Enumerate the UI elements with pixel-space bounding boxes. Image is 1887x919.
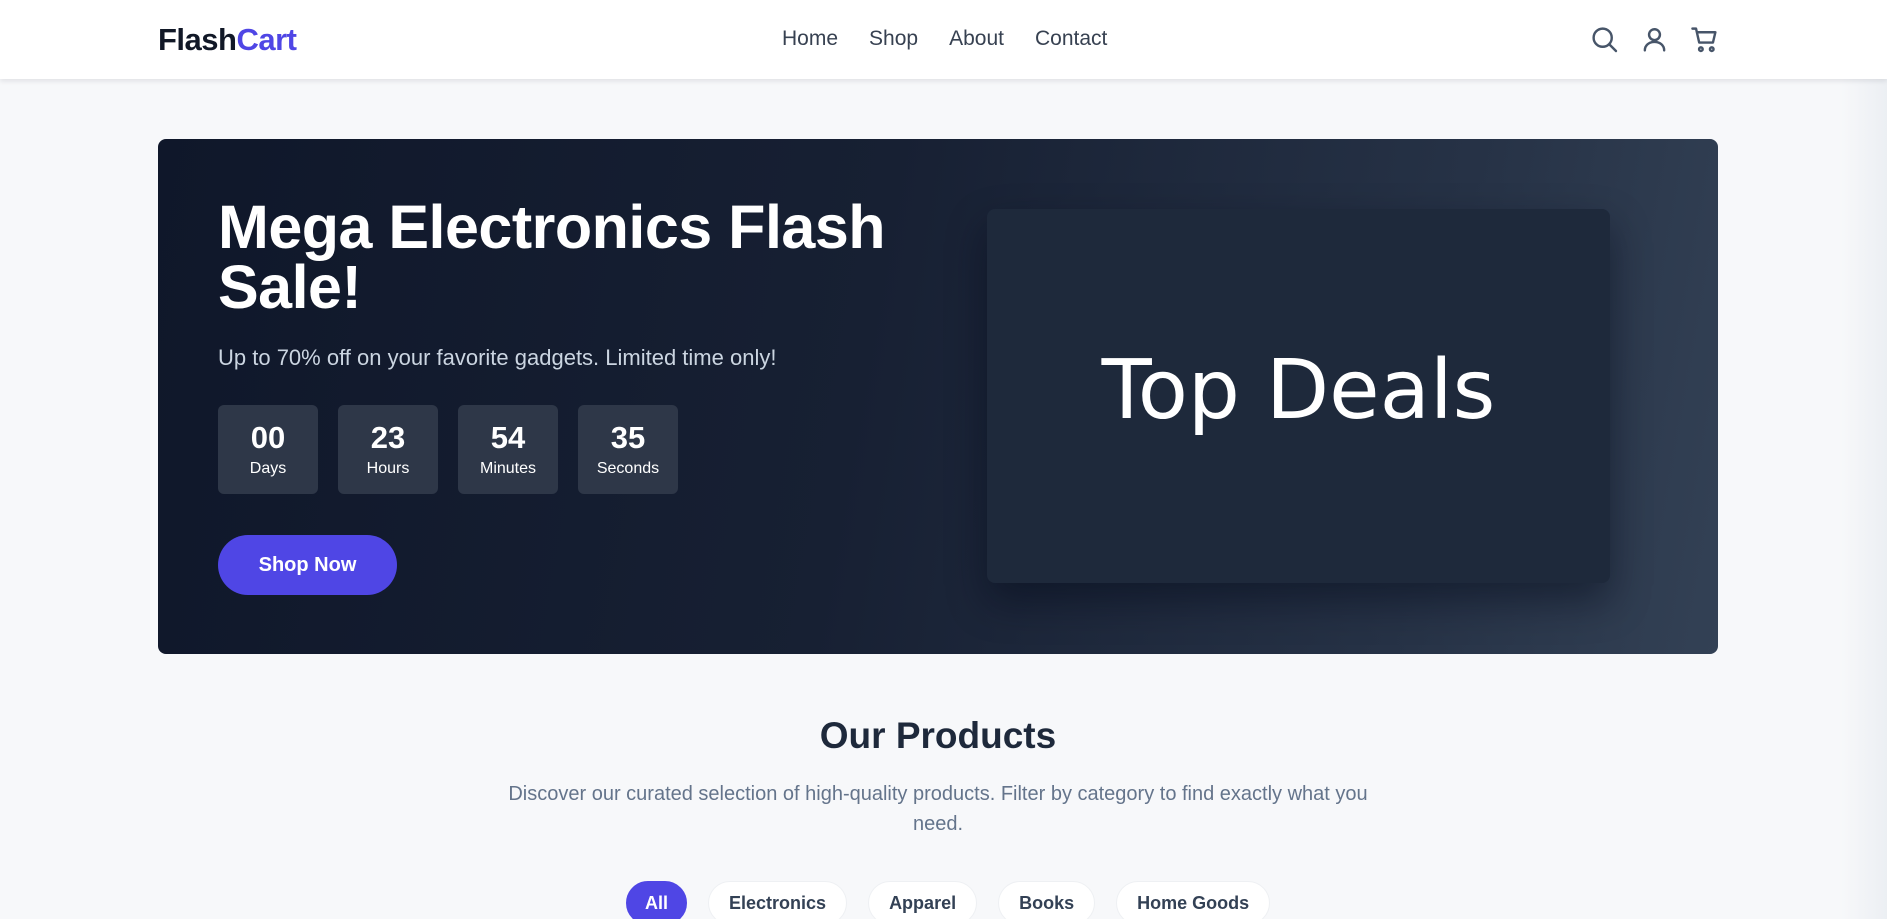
hero-title: Mega Electronics Flash Sale!	[218, 193, 886, 321]
header-actions	[1589, 22, 1719, 56]
countdown-days: 00 Days	[218, 405, 318, 494]
nav-home[interactable]: Home	[782, 24, 838, 54]
category-filters: All Electronics Apparel Books Home Goods	[626, 881, 1271, 919]
countdown-hours: 23 Hours	[338, 405, 438, 494]
page-edge	[1841, 0, 1887, 919]
filter-apparel[interactable]: Apparel	[868, 881, 978, 919]
logo[interactable]: FlashCart	[158, 20, 297, 60]
countdown-value: 35	[610, 419, 646, 455]
main-nav: Home Shop About Contact	[782, 24, 1107, 54]
shop-now-button[interactable]: Shop Now	[218, 535, 397, 595]
countdown-value: 54	[490, 419, 526, 455]
nav-contact[interactable]: Contact	[1035, 24, 1107, 54]
products-description: Discover our curated selection of high-q…	[508, 783, 1368, 835]
countdown-minutes: 54 Minutes	[458, 405, 558, 494]
filter-home-goods[interactable]: Home Goods	[1116, 881, 1271, 919]
site-header: FlashCart Home Shop About Contact	[0, 0, 1887, 79]
logo-part-2: Cart	[236, 22, 297, 57]
nav-shop[interactable]: Shop	[869, 24, 918, 54]
hero-subtitle: Up to 70% off on your favorite gadgets. …	[218, 345, 777, 370]
page: FlashCart Home Shop About Contact Mega E…	[0, 0, 1887, 919]
countdown-label: Hours	[366, 459, 410, 477]
filter-books[interactable]: Books	[998, 881, 1096, 919]
countdown-label: Seconds	[596, 459, 660, 477]
hero-banner: Mega Electronics Flash Sale! Up to 70% o…	[158, 139, 1718, 654]
cart-icon[interactable]	[1689, 22, 1719, 56]
products-heading: Our Products	[819, 715, 1057, 756]
hero-image-text: Top Deals	[1101, 343, 1496, 438]
filter-all[interactable]: All	[626, 881, 688, 919]
countdown-timer: 00 Days 23 Hours 54 Minutes 35 Seconds	[218, 405, 678, 494]
nav-about[interactable]: About	[949, 24, 1004, 54]
search-icon[interactable]	[1589, 22, 1619, 56]
countdown-seconds: 35 Seconds	[578, 405, 678, 494]
user-icon[interactable]	[1639, 22, 1669, 56]
countdown-value: 00	[250, 419, 286, 455]
countdown-label: Minutes	[479, 459, 537, 477]
hero-image: Top Deals	[987, 209, 1610, 583]
countdown-value: 23	[370, 419, 406, 455]
countdown-label: Days	[249, 459, 287, 477]
filter-electronics[interactable]: Electronics	[708, 881, 848, 919]
logo-part-1: Flash	[158, 22, 237, 57]
